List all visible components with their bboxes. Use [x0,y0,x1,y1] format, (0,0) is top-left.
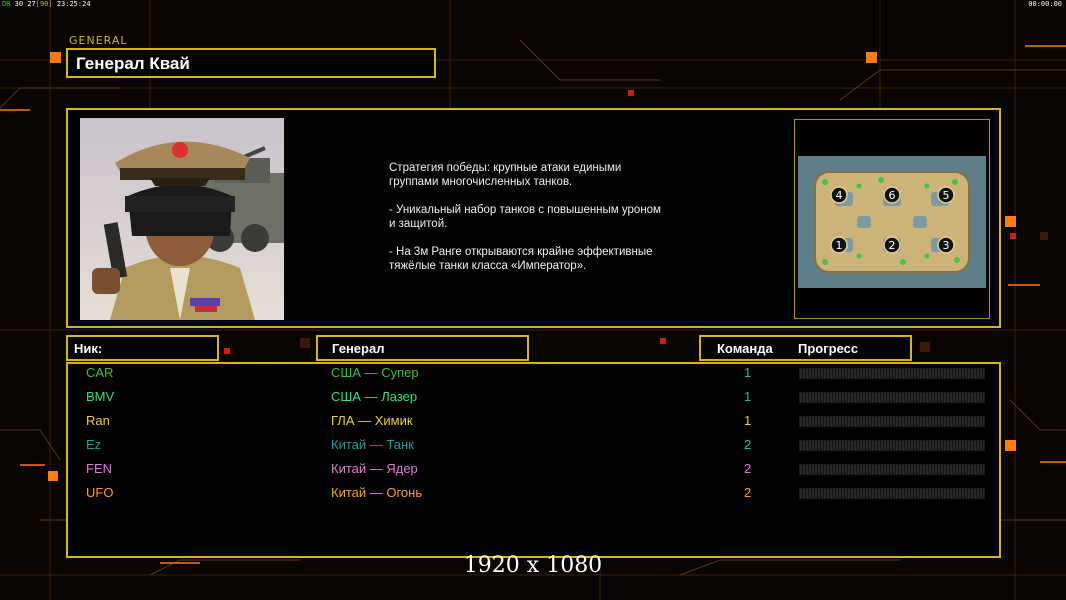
general-name: Генерал Квай [76,54,190,73]
nick-header-label: Ник: [74,341,103,356]
player-progress-bar [799,488,985,499]
team-progress-header: Команда Прогресс [699,335,912,361]
minimap: 4 6 5 1 2 3 [794,119,990,319]
nick-column-header: Ник: [66,335,219,361]
player-progress-bar [799,464,985,475]
player-general: Китай — Ядер [331,461,418,476]
player-general: Китай — Танк [331,437,414,452]
player-team: 2 [744,461,752,476]
player-nick: Ez [86,437,102,452]
hud-status-left: DR 30 27[90] 23:25:24 [2,0,91,9]
player-nick: FEN [86,461,112,476]
player-team: 1 [744,389,752,404]
slot-label: 4 [836,189,843,202]
minimap-image: 4 6 5 1 2 3 [795,120,989,318]
player-row: UFO Китай — Огонь 2 [0,483,1066,503]
player-progress-bar [799,368,985,379]
general-tab-label: GENERAL [69,34,128,47]
player-progress-bar [799,440,985,451]
player-general: США — Супер [331,365,419,380]
player-row: FEN Китай — Ядер 2 [0,459,1066,479]
player-general: США — Лазер [331,389,418,404]
player-nick: BMV [86,389,115,404]
slot-label: 2 [889,239,896,252]
slot-label: 1 [836,239,843,252]
player-row: Ez Китай — Танк 2 [0,435,1066,455]
player-row: BMV США — Лазер 1 [0,387,1066,407]
player-progress-bar [799,416,985,427]
hud-value-a: 30 [14,0,24,8]
resolution-label: 1920 x 1080 [463,553,603,578]
player-nick: Ran [86,413,110,428]
general-title-box: Генерал Квай [66,48,436,78]
player-team: 1 [744,365,752,380]
hud-tag: DR [2,0,11,8]
slot-label: 3 [943,239,950,252]
player-nick: UFO [86,485,114,500]
player-team: 2 [744,437,752,452]
general-portrait [80,118,284,320]
player-row: CAR США — Супер 1 [0,363,1066,383]
slot-label: 5 [943,189,950,202]
player-team: 1 [744,413,752,428]
general-column-header: Генерал [316,335,529,361]
hud-value-c: [90] [35,0,53,8]
player-team: 2 [744,485,752,500]
player-general: Китай — Огонь [331,485,423,500]
hud-clock: 23:25:24 [56,0,91,8]
general-strategy-text: Стратегия победы: крупные атаки едиными … [389,162,661,272]
player-row: Ran ГЛА — Химик 1 [0,411,1066,431]
slot-label: 6 [889,189,896,202]
team-header-label: Команда [717,341,773,356]
hud-timer: 00:00:00 [1028,0,1062,8]
player-nick: CAR [86,365,114,380]
hud-value-b: 27 [27,0,36,8]
player-general: ГЛА — Химик [331,413,413,428]
progress-header-label: Прогресс [798,341,859,356]
general-header-label: Генерал [332,341,385,356]
player-progress-bar [799,392,985,403]
